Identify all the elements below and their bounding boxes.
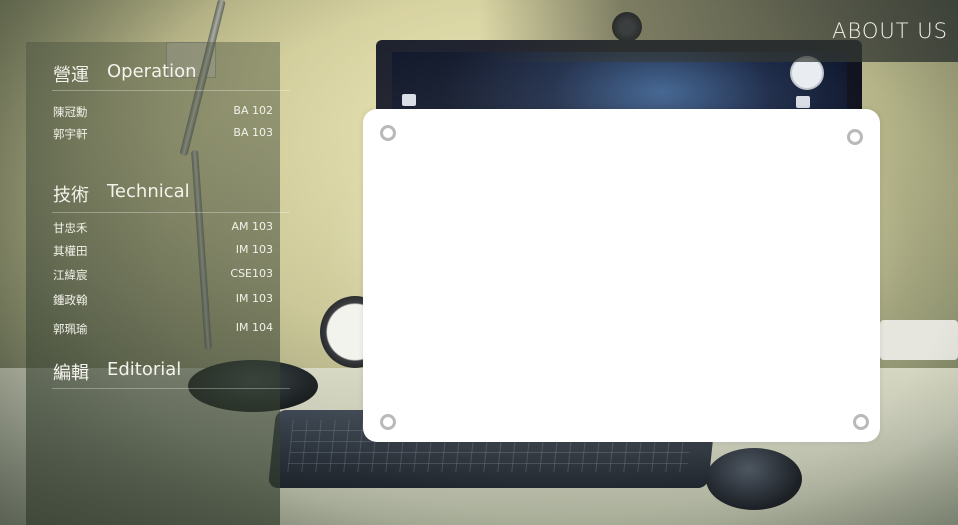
- pin-icon: [847, 129, 863, 145]
- section-title-zh: 技術: [53, 185, 89, 206]
- section-title-en: Editorial: [107, 359, 182, 380]
- member-name: 郭宇軒: [53, 127, 88, 141]
- member-name: 其權田: [53, 244, 88, 258]
- about-us-link[interactable]: ABOUT US: [832, 19, 948, 43]
- pin-icon: [380, 414, 396, 430]
- section-divider: [52, 90, 290, 91]
- section-heading-technical[interactable]: 技術 Technical: [53, 181, 190, 207]
- member-name: 鍾政翰: [53, 293, 88, 307]
- member-row[interactable]: 郭珮瑜 IM 104: [53, 321, 273, 339]
- member-row[interactable]: 甘忠禾 AM 103: [53, 220, 273, 238]
- member-name: 郭珮瑜: [53, 322, 88, 336]
- section-divider: [52, 212, 290, 213]
- member-row[interactable]: 其權田 IM 103: [53, 243, 273, 261]
- member-dept: IM 103: [235, 292, 273, 305]
- member-row[interactable]: 陳冠勳 BA 102: [53, 104, 273, 122]
- member-name: 江緯宸: [53, 268, 88, 282]
- pin-icon: [853, 414, 869, 430]
- member-row[interactable]: 江緯宸 CSE103: [53, 267, 273, 285]
- section-heading-operation[interactable]: 營運 Operation: [53, 61, 197, 87]
- member-dept: CSE103: [230, 267, 273, 280]
- member-dept: AM 103: [231, 220, 273, 233]
- member-dept: BA 102: [233, 104, 273, 117]
- member-dept: BA 103: [233, 126, 273, 139]
- member-row[interactable]: 郭宇軒 BA 103: [53, 126, 273, 144]
- member-row[interactable]: 鍾政翰 IM 103: [53, 292, 273, 310]
- pin-icon: [380, 125, 396, 141]
- member-dept: IM 103: [235, 243, 273, 256]
- section-heading-editorial[interactable]: 編輯 Editorial: [53, 359, 181, 385]
- section-title-en: Operation: [107, 61, 197, 82]
- section-divider: [52, 388, 290, 389]
- member-dept: IM 104: [235, 321, 273, 334]
- section-title-zh: 營運: [53, 65, 89, 86]
- section-title-en: Technical: [107, 181, 190, 202]
- member-name: 甘忠禾: [53, 221, 88, 235]
- member-name: 陳冠勳: [53, 105, 88, 119]
- section-title-zh: 編輯: [53, 363, 89, 384]
- content-card: [363, 109, 880, 442]
